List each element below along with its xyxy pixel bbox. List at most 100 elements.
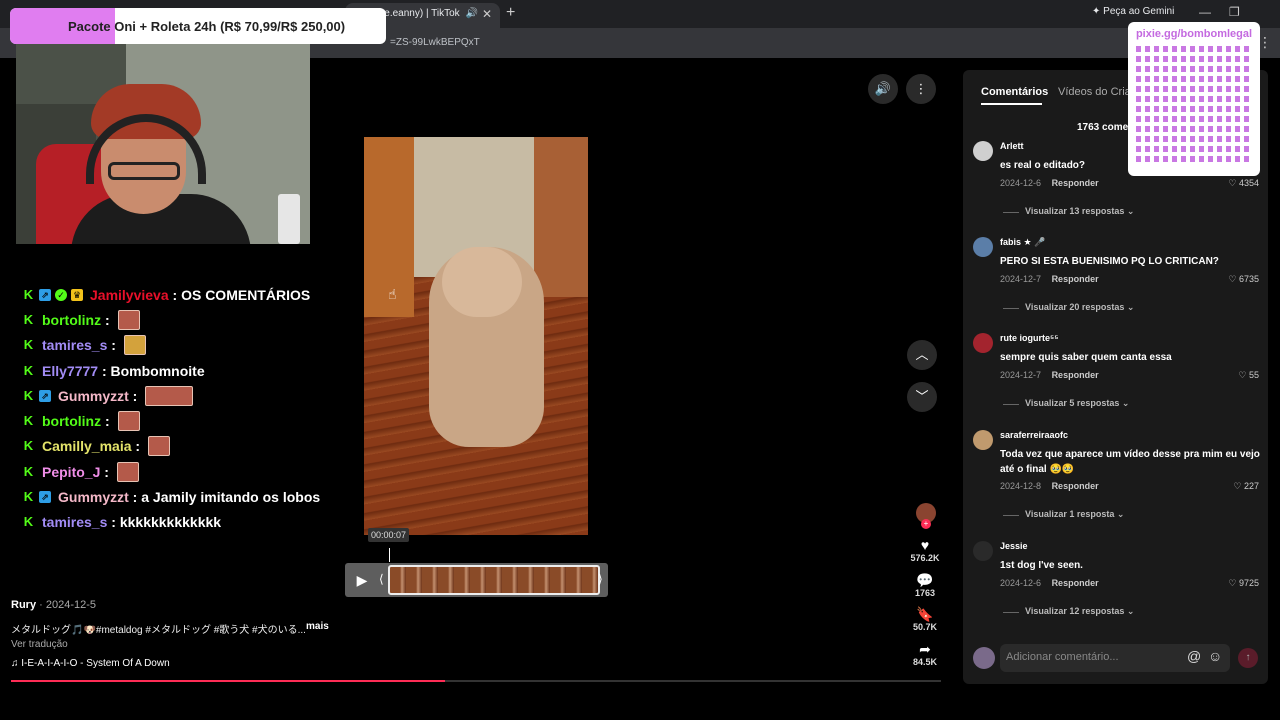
- gemini-button[interactable]: ✦ Peça ao Gemini: [1092, 6, 1174, 17]
- commenter-avatar[interactable]: [973, 541, 993, 561]
- subscriber-badge-icon: ⇗: [39, 491, 51, 504]
- chat-username[interactable]: tamires_s: [42, 512, 107, 532]
- comment-button[interactable]: 💬 1763: [905, 572, 945, 598]
- translate-link[interactable]: Ver tradução: [11, 639, 68, 650]
- commenter-name[interactable]: saraferreiraaofc: [1000, 430, 1068, 440]
- video-frame[interactable]: [364, 137, 588, 535]
- reply-button[interactable]: Responder: [1052, 274, 1099, 284]
- video-author[interactable]: Rury · 2024-12-5: [11, 599, 96, 611]
- next-video-button[interactable]: ﹀: [907, 382, 937, 412]
- close-icon[interactable]: ✕: [482, 3, 492, 25]
- share-button[interactable]: ➦ 84.5K: [905, 641, 945, 667]
- view-replies-link[interactable]: Visualizar 20 respostas ⌄: [1002, 302, 1134, 313]
- trim-start-handle[interactable]: ⟨: [379, 572, 384, 586]
- chat-username[interactable]: bortolinz: [42, 411, 101, 431]
- kick-badge-icon: K: [23, 311, 34, 327]
- view-replies-link[interactable]: Visualizar 1 resposta ⌄: [1002, 509, 1124, 520]
- tab-comments[interactable]: Comentários: [981, 86, 1048, 98]
- comment-item: saraferreiraaofc Toda vez que aparece um…: [973, 430, 1261, 520]
- more-options-icon[interactable]: ⋮: [906, 74, 936, 104]
- follow-plus-icon[interactable]: +: [921, 519, 931, 529]
- volume-icon[interactable]: 🔊: [868, 74, 898, 104]
- commenter-name[interactable]: fabis ★ 🎤: [1000, 237, 1045, 248]
- comment-item: rute iogurte⁵⁵ sempre quis saber quem ca…: [973, 333, 1261, 423]
- more-link[interactable]: mais: [306, 621, 329, 632]
- view-replies-link[interactable]: Visualizar 5 respostas ⌄: [1002, 398, 1129, 409]
- comment-like-count: 4354: [1238, 178, 1259, 188]
- chat-message: K ⇗ Gummyzzt : a Jamily imitando os lobos: [23, 487, 321, 507]
- kick-badge-icon: K: [23, 463, 34, 479]
- previous-video-button[interactable]: ︿: [907, 340, 937, 370]
- webcam-feed: [16, 44, 310, 244]
- chat-emote-icon: [145, 385, 194, 406]
- chat-message: Kbortolinz :: [22, 408, 342, 433]
- reply-button[interactable]: Responder: [1052, 481, 1099, 491]
- chat-username[interactable]: Pepito_J: [42, 462, 100, 482]
- hand-cursor-icon: ☝: [388, 286, 397, 302]
- comment-like-button[interactable]: ♡ 4354: [1228, 178, 1259, 189]
- mention-icon[interactable]: @: [1187, 648, 1201, 664]
- comment-icon: 💬: [916, 572, 934, 588]
- commenter-avatar[interactable]: [973, 430, 993, 450]
- chat-username[interactable]: Elly7777: [42, 361, 98, 381]
- send-icon[interactable]: ↑: [1238, 648, 1258, 668]
- kick-badge-icon: K: [23, 489, 34, 505]
- commenter-avatar[interactable]: [973, 141, 993, 161]
- stream-chat: K ⇗ ✓ ♛ Jamilyvieva : OS COMENTÁRIOS Kbortoli…: [22, 282, 342, 535]
- subscriber-badge-icon: ⇗: [39, 288, 51, 301]
- chat-username[interactable]: tamires_s: [42, 335, 107, 355]
- kick-badge-icon: K: [23, 438, 34, 454]
- share-count: 84.5K: [912, 657, 938, 667]
- restore-icon[interactable]: ❐: [1229, 5, 1240, 19]
- comment-like-button[interactable]: ♡ 55: [1238, 370, 1259, 381]
- save-button[interactable]: 🔖 50.7K: [905, 606, 945, 632]
- view-replies-link[interactable]: Visualizar 12 respostas ⌄: [1002, 606, 1134, 617]
- author-name[interactable]: Rury: [11, 599, 36, 611]
- commenter-avatar[interactable]: [973, 237, 993, 257]
- chat-username[interactable]: Jamilyvieva: [90, 285, 169, 305]
- tab-creator-videos[interactable]: Vídeos do Cria: [1058, 86, 1131, 98]
- chat-message: Kbortolinz :: [22, 307, 342, 332]
- comment-like-button[interactable]: ♡ 6735: [1228, 274, 1259, 285]
- comment-like-count: 6735: [1238, 274, 1259, 284]
- music-link[interactable]: ♫ I-E-A-I-A-I-O - System Of A Down: [11, 658, 170, 669]
- promo-banner: Pacote Oni + Roleta 24h (R$ 70,99/R$ 250…: [10, 8, 386, 44]
- comment-like-button[interactable]: ♡ 227: [1233, 481, 1259, 492]
- chat-emote-icon: [123, 335, 146, 356]
- emoji-icon[interactable]: ☺: [1208, 648, 1222, 664]
- comment-text: 1st dog I've seen.: [1000, 560, 1083, 571]
- trim-end-handle[interactable]: ⟩: [598, 572, 603, 586]
- commenter-name[interactable]: rute iogurte⁵⁵: [1000, 333, 1058, 343]
- play-icon[interactable]: ▶: [350, 568, 374, 592]
- comment-text: PERO SI ESTA BUENISIMO PQ LO CRITICAN?: [1000, 256, 1219, 267]
- like-button[interactable]: ♥ 576.2K: [905, 537, 945, 563]
- new-tab-button[interactable]: +: [506, 4, 515, 22]
- comment-item: fabis ★ 🎤 PERO SI ESTA BUENISIMO PQ LO C…: [973, 237, 1261, 327]
- chat-username[interactable]: bortolinz: [42, 310, 101, 330]
- browser-menu-icon[interactable]: ⋮: [1258, 34, 1272, 51]
- chat-message: Ktamires_s :: [22, 333, 342, 358]
- view-replies-link[interactable]: Visualizar 13 respostas ⌄: [1002, 206, 1134, 217]
- reply-button[interactable]: Responder: [1052, 178, 1099, 188]
- chat-username[interactable]: Gummyzzt: [58, 386, 129, 406]
- reply-button[interactable]: Responder: [1052, 370, 1099, 380]
- chat-username[interactable]: Camilly_maia: [42, 436, 132, 456]
- timeline-marker: [389, 548, 390, 562]
- chat-username[interactable]: Gummyzzt: [58, 487, 129, 507]
- commenter-name[interactable]: Jessie: [1000, 541, 1028, 551]
- video-progress-fill: [11, 680, 445, 682]
- comment-like-button[interactable]: ♡ 9725: [1228, 578, 1259, 589]
- chat-emote-icon: [117, 411, 140, 432]
- chat-emote-icon: [147, 436, 170, 457]
- chat-message: K Camilly_maia :: [22, 434, 342, 459]
- gemini-label: Peça ao Gemini: [1103, 6, 1175, 17]
- commenter-avatar[interactable]: [973, 333, 993, 353]
- timeline-frames[interactable]: [388, 565, 600, 595]
- minimize-icon[interactable]: —: [1199, 5, 1211, 19]
- url-text[interactable]: =ZS-99LwkBEPQxT: [390, 37, 480, 48]
- speaker-icon[interactable]: 🔊: [466, 3, 478, 25]
- reply-button[interactable]: Responder: [1052, 578, 1099, 588]
- commenter-name[interactable]: Arlett: [1000, 141, 1024, 151]
- comment-placeholder[interactable]: Adicionar comentário...: [1006, 651, 1119, 663]
- comment-meta: 2024-12-8 Responder: [1000, 481, 1099, 491]
